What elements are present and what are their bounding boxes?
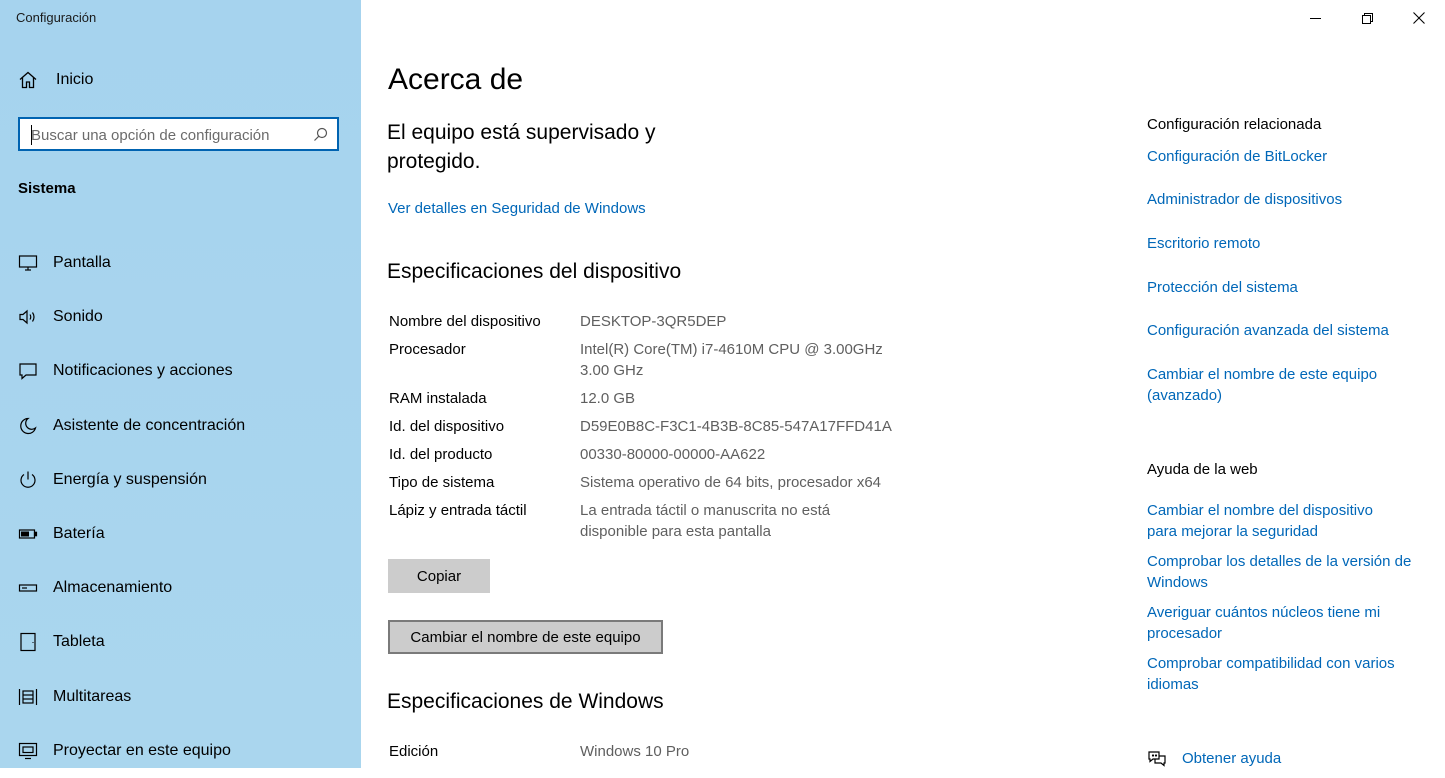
get-help-label: Obtener ayuda <box>1182 749 1282 767</box>
web-help-link-rename-device[interactable]: Cambiar el nombre del dispositivo para m… <box>1147 500 1407 542</box>
sidebar-nav: Pantalla Sonido Notificaciones y accione… <box>0 236 361 778</box>
sidebar-item-concentracion[interactable]: Asistente de concentración <box>0 399 361 453</box>
search-icon[interactable] <box>313 127 328 142</box>
sidebar: Configuración Inicio Sistema Pantalla So… <box>0 0 361 768</box>
sidebar-item-label: Sonido <box>53 308 103 326</box>
close-icon <box>1413 12 1425 24</box>
web-help-heading: Ayuda de la web <box>1147 461 1258 478</box>
window-title: Configuración <box>16 10 97 25</box>
spec-key: Lápiz y entrada táctil <box>389 502 527 519</box>
device-specs-heading: Especificaciones del dispositivo <box>387 260 682 283</box>
device-specs-table: Nombre del dispositivo DESKTOP-3QR5DEP P… <box>389 311 910 549</box>
security-status-text: El equipo está supervisado y protegido. <box>387 121 656 173</box>
home-link[interactable]: Inicio <box>18 70 93 90</box>
sidebar-item-bateria[interactable]: Batería <box>0 507 361 561</box>
rename-pc-advanced-link[interactable]: Cambiar el nombre de este equipo (avanza… <box>1147 364 1407 406</box>
spec-row: Nombre del dispositivo DESKTOP-3QR5DEP <box>389 311 910 339</box>
web-help-link-windows-version[interactable]: Comprobar los detalles de la versión de … <box>1147 551 1422 593</box>
page-title: Acerca de <box>388 63 524 96</box>
sidebar-item-label: Notificaciones y acciones <box>53 362 233 380</box>
spec-row: Lápiz y entrada táctil La entrada táctil… <box>389 500 910 549</box>
minimize-icon <box>1309 17 1321 19</box>
moon-icon <box>20 417 37 434</box>
tablet-icon <box>20 633 36 652</box>
spec-value: 00330-80000-00000-AA622 <box>580 446 766 463</box>
spec-row: Tipo de sistema Sistema operativo de 64 … <box>389 472 910 500</box>
spec-value: La entrada táctil o manuscrita no está d… <box>580 502 831 540</box>
spec-value: 12.0 GB <box>580 390 636 407</box>
sidebar-item-label: Proyectar en este equipo <box>53 741 231 759</box>
device-manager-link[interactable]: Administrador de dispositivos <box>1147 189 1432 210</box>
sidebar-item-notificaciones[interactable]: Notificaciones y acciones <box>0 344 361 398</box>
search-box[interactable] <box>18 117 339 151</box>
windows-specs-table: Edición Windows 10 Pro <box>389 741 910 769</box>
windows-specs-heading: Especificaciones de Windows <box>387 690 664 713</box>
sidebar-item-energia[interactable]: Energía y suspensión <box>0 453 361 507</box>
sidebar-item-tableta[interactable]: Tableta <box>0 615 361 669</box>
spec-key: Id. del dispositivo <box>389 418 505 435</box>
text-caret <box>31 125 32 145</box>
bitlocker-link[interactable]: Configuración de BitLocker <box>1147 146 1432 167</box>
spec-key: RAM instalada <box>389 390 487 407</box>
spec-row: Id. del producto 00330-80000-00000-AA622 <box>389 444 910 472</box>
close-button[interactable] <box>1393 0 1445 36</box>
spec-key: Procesador <box>389 341 466 358</box>
home-icon <box>19 71 37 89</box>
sidebar-item-label: Tableta <box>53 633 105 651</box>
sidebar-item-sonido[interactable]: Sonido <box>0 290 361 344</box>
spec-key: Tipo de sistema <box>389 474 495 491</box>
sidebar-item-label: Energía y suspensión <box>53 470 207 488</box>
battery-icon <box>18 529 38 539</box>
notification-icon <box>19 363 37 381</box>
sidebar-item-label: Asistente de concentración <box>53 416 246 434</box>
copy-button[interactable]: Copiar <box>388 559 490 593</box>
sidebar-item-label: Multitareas <box>53 687 132 705</box>
system-protection-link[interactable]: Protección del sistema <box>1147 277 1432 298</box>
web-help-link-processor-cores[interactable]: Averiguar cuántos núcleos tiene mi proce… <box>1147 602 1407 644</box>
restore-icon <box>1361 12 1373 24</box>
spec-row: Id. del dispositivo D59E0B8C-F3C1-4B3B-8… <box>389 416 910 444</box>
sidebar-item-pantalla[interactable]: Pantalla <box>0 236 361 290</box>
spec-value: Intel(R) Core(TM) i7-4610M CPU @ 3.00GHz… <box>580 341 883 379</box>
spec-row: Edición Windows 10 Pro <box>389 741 910 769</box>
sidebar-item-label: Pantalla <box>53 254 111 272</box>
spec-value: D59E0B8C-F3C1-4B3B-8C85-547A17FFD41A <box>580 418 892 435</box>
sidebar-item-label: Batería <box>53 525 105 543</box>
monitor-icon <box>18 255 38 271</box>
project-icon <box>18 742 38 759</box>
restore-button[interactable] <box>1341 0 1393 36</box>
power-icon <box>20 471 36 488</box>
window-controls <box>1289 0 1445 36</box>
home-label: Inicio <box>56 71 94 88</box>
help-chat-icon <box>1148 751 1166 767</box>
spec-row: RAM instalada 12.0 GB <box>389 388 910 416</box>
spec-value: Sistema operativo de 64 bits, procesador… <box>580 474 882 491</box>
web-help-link-languages[interactable]: Comprobar compatibilidad con varios idio… <box>1147 653 1432 695</box>
related-settings-heading: Configuración relacionada <box>1147 116 1322 133</box>
remote-desktop-link[interactable]: Escritorio remoto <box>1147 233 1432 254</box>
search-input[interactable] <box>31 125 301 145</box>
minimize-button[interactable] <box>1289 0 1341 36</box>
sidebar-item-proyectar[interactable]: Proyectar en este equipo <box>0 724 361 778</box>
spec-row: Procesador Intel(R) Core(TM) i7-4610M CP… <box>389 339 910 388</box>
sidebar-item-almacenamiento[interactable]: Almacenamiento <box>0 561 361 615</box>
spec-value: Windows 10 Pro <box>580 743 690 760</box>
speaker-icon <box>19 309 35 325</box>
sidebar-item-multitareas[interactable]: Multitareas <box>0 670 361 724</box>
security-details-link[interactable]: Ver detalles en Seguridad de Windows <box>388 200 646 217</box>
advanced-system-settings-link[interactable]: Configuración avanzada del sistema <box>1147 320 1432 341</box>
spec-key: Edición <box>389 743 439 760</box>
section-label: Sistema <box>18 180 76 197</box>
storage-icon <box>18 584 38 592</box>
get-help-link[interactable]: Obtener ayuda <box>1147 748 1281 768</box>
spec-key: Id. del producto <box>389 446 493 463</box>
spec-value: DESKTOP-3QR5DEP <box>580 313 727 330</box>
multitask-icon <box>18 688 38 705</box>
rename-pc-button[interactable]: Cambiar el nombre de este equipo <box>388 620 663 654</box>
sidebar-item-label: Almacenamiento <box>53 579 173 597</box>
spec-key: Nombre del dispositivo <box>389 313 541 330</box>
